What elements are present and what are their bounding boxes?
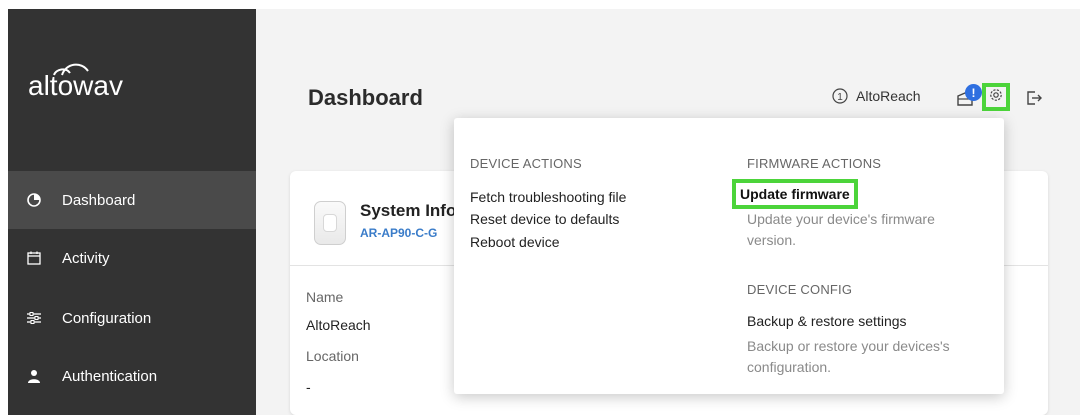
device-config-heading: DEVICE CONFIG xyxy=(747,282,853,297)
settings-button[interactable] xyxy=(982,83,1010,111)
notifications-button[interactable]: ! xyxy=(952,84,982,113)
frame-top xyxy=(0,0,1080,9)
card-title: System Info xyxy=(360,201,457,220)
settings-dropdown: DEVICE ACTIONS Fetch troubleshooting fil… xyxy=(454,118,1004,394)
fetch-troubleshooting-link[interactable]: Fetch troubleshooting file xyxy=(470,189,626,205)
field-label-location: Location xyxy=(306,348,359,364)
logo-text: altowav xyxy=(28,70,123,101)
info-icon: 1 xyxy=(832,88,848,104)
reboot-device-link[interactable]: Reboot device xyxy=(470,234,560,250)
pie-chart-icon xyxy=(26,192,42,208)
notification-badge: ! xyxy=(965,84,982,101)
logout-icon xyxy=(1025,89,1043,112)
sidebar-item-activity[interactable]: Activity xyxy=(8,229,256,287)
sidebar-item-label: Authentication xyxy=(62,367,158,385)
device-name: AltoReach xyxy=(856,88,921,104)
sidebar-item-label: Dashboard xyxy=(62,191,136,209)
calendar-icon xyxy=(26,250,42,266)
logo: altowav xyxy=(26,53,156,106)
svg-text:1: 1 xyxy=(837,92,843,103)
device-actions-heading: DEVICE ACTIONS xyxy=(470,156,582,171)
sidebar: altowav Dashboard Activity Configuration… xyxy=(8,9,256,415)
sidebar-item-dashboard[interactable]: Dashboard xyxy=(8,171,256,229)
update-firmware-desc: Update your device's firmware version. xyxy=(747,211,935,248)
field-value-location: - xyxy=(306,379,311,395)
sliders-icon xyxy=(26,310,42,326)
firmware-actions-heading: FIRMWARE ACTIONS xyxy=(747,156,882,171)
logout-button[interactable] xyxy=(1023,89,1045,111)
field-label-name: Name xyxy=(306,289,344,305)
device-indicator[interactable]: 1 AltoReach xyxy=(832,88,921,104)
device-image xyxy=(314,201,346,245)
gear-icon xyxy=(988,87,1004,108)
sidebar-item-authentication[interactable]: Authentication xyxy=(8,347,256,405)
field-value-name: AltoReach xyxy=(306,317,371,333)
user-icon xyxy=(26,368,42,384)
sidebar-item-configuration[interactable]: Configuration xyxy=(8,289,256,347)
backup-restore-desc: Backup or restore your devices's configu… xyxy=(747,338,950,375)
logo-mark: altowav xyxy=(28,63,123,101)
sidebar-item-label: Configuration xyxy=(62,309,152,327)
sidebar-item-label: Activity xyxy=(62,249,110,267)
page-title: Dashboard xyxy=(308,85,423,110)
update-firmware-link[interactable]: Update firmware xyxy=(732,179,858,209)
backup-restore-link[interactable]: Backup & restore settings xyxy=(747,313,907,329)
reset-defaults-link[interactable]: Reset device to defaults xyxy=(470,211,619,227)
device-model-link[interactable]: AR-AP90-C-G xyxy=(360,226,437,240)
